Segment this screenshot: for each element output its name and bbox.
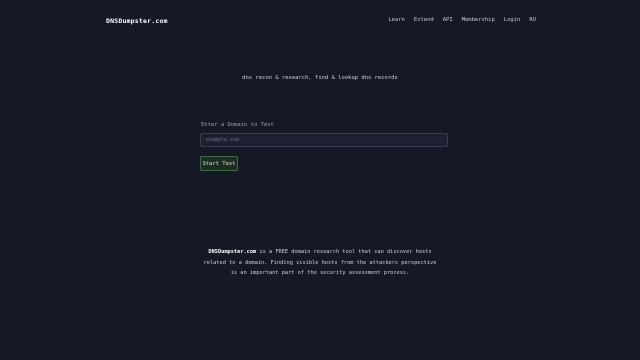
site-description: DNSDumpster.com is a FREE domain researc… <box>200 247 440 279</box>
nav-link-api[interactable]: API <box>443 17 453 23</box>
nav-link-language[interactable]: RU <box>529 17 536 23</box>
nav-link-login[interactable]: Login <box>504 17 521 23</box>
domain-search-input[interactable] <box>200 133 448 147</box>
nav-link-membership[interactable]: Membership <box>462 17 495 23</box>
description-brand: DNSDumpster.com <box>208 249 257 255</box>
nav-link-learn[interactable]: Learn <box>388 17 405 23</box>
start-test-button[interactable]: Start Test <box>200 156 238 171</box>
page: DNSDumpster.com Learn Extend API Members… <box>0 0 640 360</box>
top-navbar: DNSDumpster.com Learn Extend API Members… <box>0 0 640 44</box>
brand-logo-link[interactable]: DNSDumpster.com <box>106 17 168 25</box>
domain-input-label: Enter a Domain to Test <box>201 122 274 128</box>
hero-tagline: dns recon & research, find & lookup dns … <box>242 75 398 81</box>
nav-links: Learn Extend API Membership Login RU <box>388 17 536 23</box>
nav-link-extend[interactable]: Extend <box>414 17 434 23</box>
